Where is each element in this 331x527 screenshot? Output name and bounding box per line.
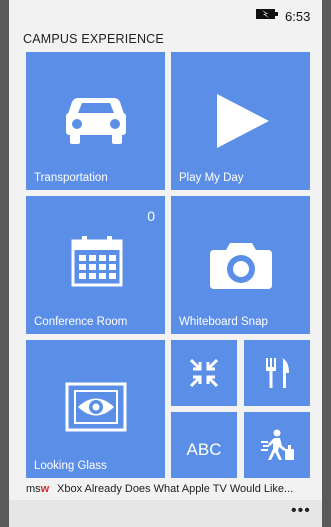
- eye-icon: [65, 382, 127, 432]
- tile-dining[interactable]: [244, 340, 310, 406]
- tile-abc[interactable]: ABC: [171, 412, 237, 478]
- tile-whiteboard-snap[interactable]: Whiteboard Snap: [171, 196, 310, 334]
- tile-label: Looking Glass: [34, 460, 107, 472]
- tile-label: Whiteboard Snap: [179, 316, 268, 328]
- abc-label: ABC: [186, 440, 222, 459]
- collapse-arrows-icon: [189, 358, 219, 388]
- battery-charging-icon: [256, 9, 278, 19]
- camera-icon: [210, 243, 272, 289]
- status-bar: 6:53: [9, 0, 322, 28]
- tile-transportation[interactable]: Transportation: [26, 52, 165, 190]
- news-source-logo: msw: [26, 483, 50, 495]
- news-ticker[interactable]: msw Xbox Already Does What Apple TV Woul…: [9, 478, 322, 500]
- status-time: 6:53: [285, 9, 311, 24]
- play-icon: [217, 94, 269, 148]
- tile-label: Play My Day: [179, 172, 244, 184]
- tile-travel[interactable]: [244, 412, 310, 478]
- walking-luggage-icon: [261, 429, 294, 460]
- tile-label: Conference Room: [34, 316, 128, 328]
- app-title: CAMPUS EXPERIENCE: [23, 32, 164, 46]
- tile-count: 0: [147, 208, 155, 224]
- fork-knife-icon: [266, 358, 289, 388]
- app-bar: •••: [9, 500, 322, 527]
- tile-collapse[interactable]: [171, 340, 237, 406]
- calendar-icon: [71, 236, 123, 287]
- news-headline: Xbox Already Does What Apple TV Would Li…: [57, 483, 294, 495]
- more-options-button[interactable]: •••: [291, 502, 311, 520]
- tile-looking-glass[interactable]: Looking Glass: [26, 340, 165, 478]
- tile-play-my-day[interactable]: Play My Day: [171, 52, 310, 190]
- tile-label: Transportation: [34, 172, 108, 184]
- car-icon: [66, 98, 126, 144]
- tile-conference-room[interactable]: 0 Conference Room: [26, 196, 165, 334]
- phone-screen: 6:53 CAMPUS EXPERIENCE Transportation Pl…: [9, 0, 322, 527]
